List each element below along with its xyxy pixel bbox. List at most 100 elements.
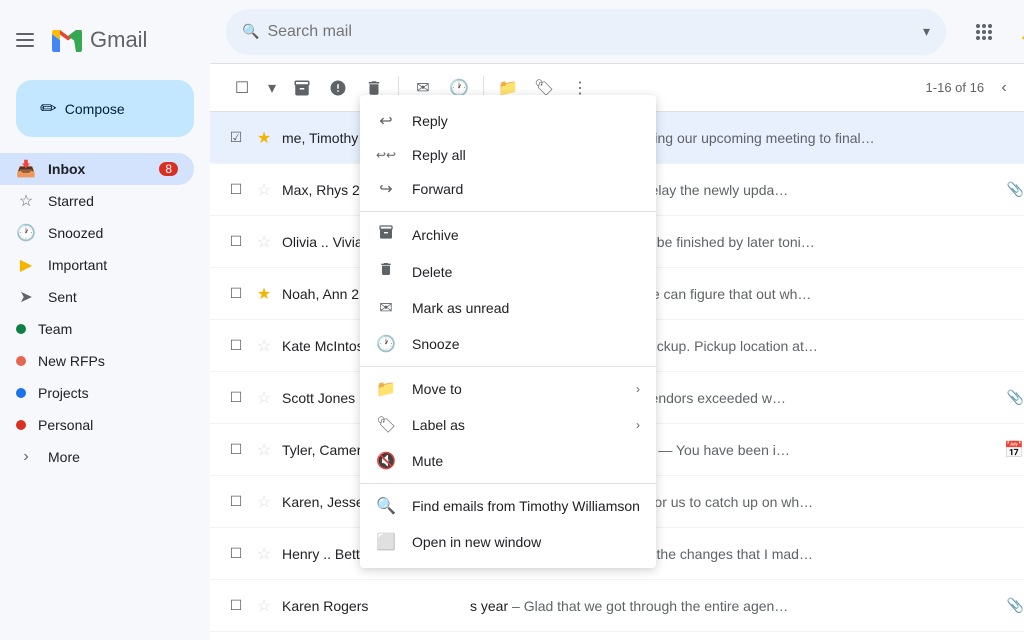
menu-item-find-emails-label: Find emails from Timothy Williamson: [412, 498, 640, 514]
menu-item-snooze-label: Snooze: [412, 336, 459, 352]
reply-all-icon: ↩↩: [376, 148, 396, 162]
menu-item-reply[interactable]: ↩ Reply: [360, 103, 656, 139]
row-star[interactable]: ☆: [254, 492, 274, 512]
row-attachment-icon: 📎: [1007, 389, 1024, 406]
row-star[interactable]: ☆: [254, 180, 274, 200]
menu-item-reply-all-label: Reply all: [412, 147, 466, 163]
menu-item-move-to-label: Move to: [412, 381, 462, 397]
sidebar-label-starred: Starred: [48, 193, 94, 209]
sidebar-label-inbox: Inbox: [48, 161, 85, 177]
row-checkbox[interactable]: ☐: [226, 545, 246, 562]
hamburger-menu[interactable]: [8, 25, 42, 55]
sidebar-nav: 📥 Inbox 8 ☆ Starred 🕐 Snoozed ▶ Importan…: [0, 153, 210, 473]
label-as-icon: 🏷: [376, 415, 396, 435]
row-checkbox[interactable]: ☐: [226, 337, 246, 354]
sidebar-item-projects[interactable]: Projects: [0, 377, 194, 409]
forward-icon: ↪: [376, 179, 396, 199]
sidebar-label-personal: Personal: [38, 417, 93, 433]
snoozed-icon: 🕐: [16, 223, 36, 243]
menu-item-reply-all[interactable]: ↩↩ Reply all: [360, 139, 656, 171]
inbox-icon: 📥: [16, 159, 36, 179]
row-star[interactable]: ☆: [254, 336, 274, 356]
row-star[interactable]: ★: [254, 284, 274, 304]
starred-icon: ☆: [16, 191, 36, 211]
report-spam-button[interactable]: [322, 72, 354, 104]
menu-item-archive[interactable]: Archive: [360, 216, 656, 253]
menu-item-forward[interactable]: ↪ Forward: [360, 171, 656, 207]
search-input[interactable]: [267, 23, 915, 41]
sidebar-item-snoozed[interactable]: 🕐 Snoozed: [0, 217, 194, 249]
gmail-logo-icon: [50, 22, 86, 58]
label-as-arrow-icon: ›: [636, 418, 640, 432]
move-to-arrow-icon: ›: [636, 382, 640, 396]
mark-unread-icon: ✉: [376, 298, 396, 318]
new-rfps-dot-icon: [16, 356, 26, 366]
row-checkbox[interactable]: ☐: [226, 389, 246, 406]
app-title: Gmail: [90, 27, 147, 53]
archive-icon: [376, 224, 396, 245]
row-star[interactable]: ☆: [254, 596, 274, 616]
important-icon: ▶: [16, 255, 36, 275]
table-row[interactable]: ☐ ☆ Ann Nguyen te across Horizontals, Ve…: [210, 632, 1024, 640]
row-checkbox[interactable]: ☑: [226, 129, 246, 146]
row-star[interactable]: ★: [254, 128, 274, 148]
row-checkbox[interactable]: ☐: [226, 181, 246, 198]
row-star[interactable]: ☆: [254, 544, 274, 564]
menu-item-find-emails[interactable]: 🔍 Find emails from Timothy Williamson: [360, 488, 656, 524]
sidebar-item-team[interactable]: Team: [0, 313, 194, 345]
sidebar-item-inbox[interactable]: 📥 Inbox 8: [0, 153, 194, 185]
menu-item-label-as-label: Label as: [412, 417, 465, 433]
menu-item-move-to[interactable]: 📁 Move to ›: [360, 371, 656, 407]
row-star[interactable]: ☆: [254, 440, 274, 460]
search-dropdown-icon[interactable]: ▾: [923, 23, 930, 40]
select-all-button[interactable]: ☐: [226, 72, 258, 104]
menu-item-reply-label: Reply: [412, 113, 448, 129]
menu-item-open-new-window[interactable]: ⬜ Open in new window: [360, 524, 656, 560]
sidebar-item-personal[interactable]: Personal: [0, 409, 194, 441]
sidebar-label-team: Team: [38, 321, 72, 337]
select-dropdown-button[interactable]: ▾: [262, 72, 282, 104]
context-menu: ↩ Reply ↩↩ Reply all ↪ Forward Archive D…: [360, 95, 656, 568]
row-calendar-icon: 📅: [1004, 440, 1024, 460]
menu-item-mute[interactable]: 🔇 Mute: [360, 443, 656, 479]
row-attachment-icon: 📎: [1007, 181, 1024, 198]
sidebar-label-more: More: [48, 449, 80, 465]
menu-item-delete-label: Delete: [412, 264, 452, 280]
menu-item-archive-label: Archive: [412, 227, 459, 243]
projects-dot-icon: [16, 388, 26, 398]
row-checkbox[interactable]: ☐: [226, 493, 246, 510]
menu-item-forward-label: Forward: [412, 181, 463, 197]
menu-item-delete[interactable]: Delete: [360, 253, 656, 290]
table-row[interactable]: ☐ ☆ Karen Rogers s year – Glad that we g…: [210, 580, 1024, 632]
row-star[interactable]: ☆: [254, 232, 274, 252]
compose-label: Compose: [65, 101, 125, 117]
menu-item-snooze[interactable]: 🕐 Snooze: [360, 326, 656, 362]
sidebar-label-sent: Sent: [48, 289, 77, 305]
menu-item-mark-unread[interactable]: ✉ Mark as unread: [360, 290, 656, 326]
pagination-info: 1-16 of 16 ‹ › ⚙: [926, 72, 1024, 104]
reply-icon: ↩: [376, 111, 396, 131]
row-checkbox[interactable]: ☐: [226, 233, 246, 250]
sidebar-item-sent[interactable]: ➤ Sent: [0, 281, 194, 313]
topbar-icons: 🔔 S: [964, 12, 1024, 52]
row-attachment-icon: 📎: [1007, 597, 1024, 614]
sidebar-item-more[interactable]: › More: [0, 441, 194, 473]
row-star[interactable]: ☆: [254, 388, 274, 408]
sidebar-item-important[interactable]: ▶ Important: [0, 249, 194, 281]
team-dot-icon: [16, 324, 26, 334]
row-checkbox[interactable]: ☐: [226, 285, 246, 302]
apps-button[interactable]: [964, 12, 1004, 52]
row-checkbox[interactable]: ☐: [226, 597, 246, 614]
row-sender: Karen Rogers: [282, 598, 462, 614]
sidebar-item-new-rfps[interactable]: New RFPs: [0, 345, 194, 377]
menu-item-label-as[interactable]: 🏷 Label as ›: [360, 407, 656, 443]
row-checkbox[interactable]: ☐: [226, 441, 246, 458]
archive-button[interactable]: [286, 72, 318, 104]
sidebar-label-projects: Projects: [38, 385, 89, 401]
search-bar[interactable]: 🔍 ▾: [226, 9, 946, 55]
sidebar-item-starred[interactable]: ☆ Starred: [0, 185, 194, 217]
notifications-button[interactable]: 🔔: [1012, 12, 1024, 52]
prev-page-button[interactable]: ‹: [988, 72, 1020, 104]
menu-item-mark-unread-label: Mark as unread: [412, 300, 509, 316]
compose-button[interactable]: ✏ Compose: [16, 80, 194, 137]
